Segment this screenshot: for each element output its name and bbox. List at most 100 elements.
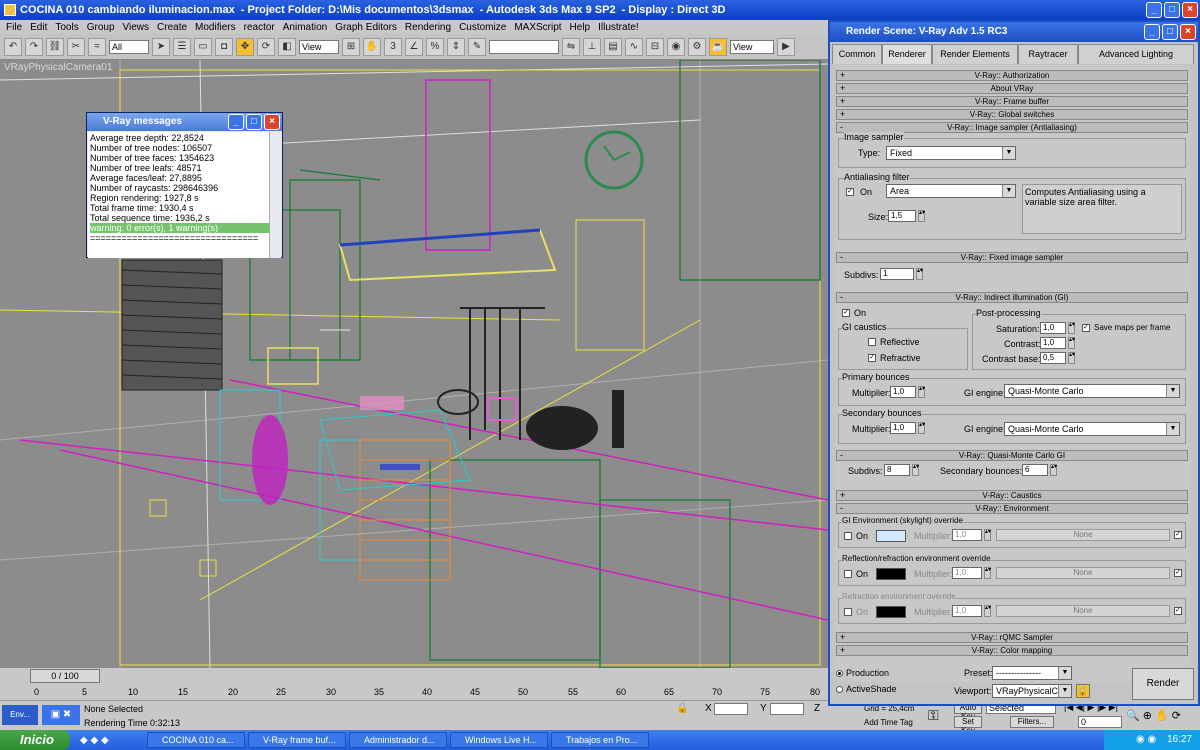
gi-env-map-button[interactable]: None xyxy=(996,529,1170,541)
reference-coord-dropdown[interactable]: View xyxy=(299,39,339,54)
selection-filter-dropdown[interactable]: All xyxy=(109,39,149,54)
primary-multiplier-spinner[interactable]: ▴▾ xyxy=(918,386,925,398)
x-coord-field[interactable] xyxy=(714,703,748,715)
taskbar-item-3dsmax[interactable]: COCINA 010 ca... xyxy=(147,732,245,748)
contrast-spinner[interactable]: ▴▾ xyxy=(1068,337,1075,349)
refractive-checkbox[interactable]: ✓ xyxy=(868,354,876,362)
qmc-secondary-field[interactable]: 6 xyxy=(1022,464,1048,476)
named-selection-icon[interactable]: ✎ xyxy=(468,37,486,56)
menu-tools[interactable]: Tools xyxy=(55,22,78,33)
menu-group[interactable]: Group xyxy=(87,22,115,33)
refl-env-map-checkbox[interactable]: ✓ xyxy=(1174,569,1182,577)
render-last-icon[interactable]: ▶ xyxy=(777,37,795,56)
menu-illustrate[interactable]: Illustrate! xyxy=(598,22,639,33)
time-slider[interactable]: 0 / 100 xyxy=(30,669,100,683)
schematic-view-icon[interactable]: ⊟ xyxy=(646,37,664,56)
refr-env-multiplier-spinner[interactable]: ▴▾ xyxy=(984,605,991,617)
rollout-qmc-gi[interactable]: - V-Ray:: Quasi-Monte Carlo GI xyxy=(836,450,1188,461)
camera-viewport[interactable]: VRayPhysicalCamera01 V-Ray messages _ □ … xyxy=(0,60,828,668)
tab-common[interactable]: Common xyxy=(832,44,882,64)
gi-on-checkbox[interactable]: ✓ xyxy=(842,309,850,317)
activeshade-radio[interactable] xyxy=(836,686,843,693)
menu-customize[interactable]: Customize xyxy=(459,22,506,33)
selection-lock-icon[interactable]: ▣ ✖ xyxy=(42,705,80,725)
save-maps-checkbox[interactable]: ✓ xyxy=(1082,324,1090,332)
menu-modifiers[interactable]: Modifiers xyxy=(195,22,236,33)
refr-env-color-swatch[interactable] xyxy=(876,606,906,618)
tab-render-elements[interactable]: Render Elements xyxy=(932,44,1018,64)
tray-icons[interactable]: ◉ ◉ xyxy=(1136,734,1156,745)
refl-env-color-swatch[interactable] xyxy=(876,568,906,580)
sampler-type-dropdown[interactable]: Fixed xyxy=(886,146,1016,160)
vray-close-button[interactable]: × xyxy=(264,114,280,130)
render-close-button[interactable]: × xyxy=(1180,24,1196,40)
rollout-frame-buffer[interactable]: + V-Ray:: Frame buffer xyxy=(836,96,1188,107)
add-time-tag-button[interactable]: Add Time Tag xyxy=(864,718,913,727)
aa-on-checkbox[interactable]: ✓ xyxy=(846,188,854,196)
rollout-rqmc-sampler[interactable]: + V-Ray:: rQMC Sampler xyxy=(836,632,1188,643)
taskbar-item-vray-frame-buffer[interactable]: V-Ray frame buf... xyxy=(248,732,346,748)
select-manipulate-icon[interactable]: ✋ xyxy=(363,37,381,56)
menu-file[interactable]: File xyxy=(6,22,22,33)
unlink-icon[interactable]: ✂ xyxy=(67,37,85,56)
rollout-caustics[interactable]: + V-Ray:: Caustics xyxy=(836,490,1188,501)
refr-env-map-button[interactable]: None xyxy=(996,605,1170,617)
track-bar-ruler[interactable]: 0 5 10 15 20 25 30 35 40 45 50 55 60 65 … xyxy=(0,684,830,700)
align-icon[interactable]: ⊥ xyxy=(583,37,601,56)
current-frame-field[interactable]: 0 xyxy=(1078,716,1122,728)
render-maximize-button[interactable]: □ xyxy=(1162,24,1178,40)
listener-icon[interactable]: Env... xyxy=(2,705,38,725)
primary-engine-dropdown[interactable]: Quasi-Monte Carlo xyxy=(1004,384,1180,398)
select-object-icon[interactable]: ➤ xyxy=(152,37,170,56)
select-link-icon[interactable]: ⛓ xyxy=(46,37,64,56)
time-slider-track[interactable]: 0 / 100 xyxy=(0,668,830,684)
aa-size-spinner[interactable]: ▴▾ xyxy=(918,210,925,222)
menu-create[interactable]: Create xyxy=(157,22,187,33)
refl-env-multiplier-spinner[interactable]: ▴▾ xyxy=(984,567,991,579)
qmc-subdivs-spinner[interactable]: ▴▾ xyxy=(912,464,919,476)
vray-messages-scrollbar[interactable] xyxy=(269,132,281,258)
taskbar-item-windows-live[interactable]: Windows Live H... xyxy=(450,732,548,748)
material-editor-icon[interactable]: ◉ xyxy=(667,37,685,56)
menu-animation[interactable]: Animation xyxy=(283,22,327,33)
menu-help[interactable]: Help xyxy=(570,22,591,33)
menu-reactor[interactable]: reactor xyxy=(244,22,275,33)
quick-launch-icons[interactable]: ◆ ◆ ◆ xyxy=(80,735,144,746)
rollout-color-mapping[interactable]: + V-Ray:: Color mapping xyxy=(836,645,1188,656)
menu-maxscript[interactable]: MAXScript xyxy=(514,22,561,33)
fixed-subdivs-field[interactable]: 1 xyxy=(880,268,914,280)
undo-icon[interactable]: ↶ xyxy=(4,37,22,56)
production-radio[interactable] xyxy=(836,670,843,677)
spinner-snap-icon[interactable]: ⇕ xyxy=(447,37,465,56)
close-button[interactable]: × xyxy=(1182,2,1198,18)
gi-env-multiplier-field[interactable]: 1,0 xyxy=(952,529,982,541)
move-icon[interactable]: ✥ xyxy=(236,37,254,56)
menu-graph-editors[interactable]: Graph Editors xyxy=(335,22,397,33)
rollout-environment[interactable]: - V-Ray:: Environment xyxy=(836,503,1188,514)
angle-snap-icon[interactable]: ∠ xyxy=(405,37,423,56)
named-selection-dropdown[interactable] xyxy=(489,39,559,54)
gi-env-map-checkbox[interactable]: ✓ xyxy=(1174,531,1182,539)
render-minimize-button[interactable]: _ xyxy=(1144,24,1160,40)
set-key-button[interactable]: Set Key xyxy=(954,716,982,735)
gi-env-multiplier-spinner[interactable]: ▴▾ xyxy=(984,529,991,541)
tab-renderer[interactable]: Renderer xyxy=(882,44,932,64)
viewport-select-dropdown[interactable]: VRayPhysicalCa xyxy=(992,684,1072,698)
quick-render-icon[interactable]: ☕ xyxy=(709,37,727,56)
curve-editor-icon[interactable]: ∿ xyxy=(625,37,643,56)
rollout-authorization[interactable]: + V-Ray:: Authorization xyxy=(836,70,1188,81)
snap-icon[interactable]: 3 xyxy=(384,37,402,56)
scale-icon[interactable]: ◧ xyxy=(278,37,296,56)
vray-messages-log[interactable]: Average tree depth: 22,8524 Number of tr… xyxy=(88,132,281,258)
contrast-field[interactable]: 1,0 xyxy=(1040,337,1066,349)
render-scene-icon[interactable]: ⚙ xyxy=(688,37,706,56)
preset-dropdown[interactable]: --------------- xyxy=(992,666,1072,680)
maximize-button[interactable]: □ xyxy=(1164,2,1180,18)
rotate-icon[interactable]: ⟳ xyxy=(257,37,275,56)
percent-snap-icon[interactable]: % xyxy=(426,37,444,56)
rollout-about[interactable]: + About VRay xyxy=(836,83,1188,94)
redo-icon[interactable]: ↷ xyxy=(25,37,43,56)
saturation-field[interactable]: 1,0 xyxy=(1040,322,1066,334)
refr-env-map-checkbox[interactable]: ✓ xyxy=(1174,607,1182,615)
rollout-fixed-sampler[interactable]: - V-Ray:: Fixed image sampler xyxy=(836,252,1188,263)
